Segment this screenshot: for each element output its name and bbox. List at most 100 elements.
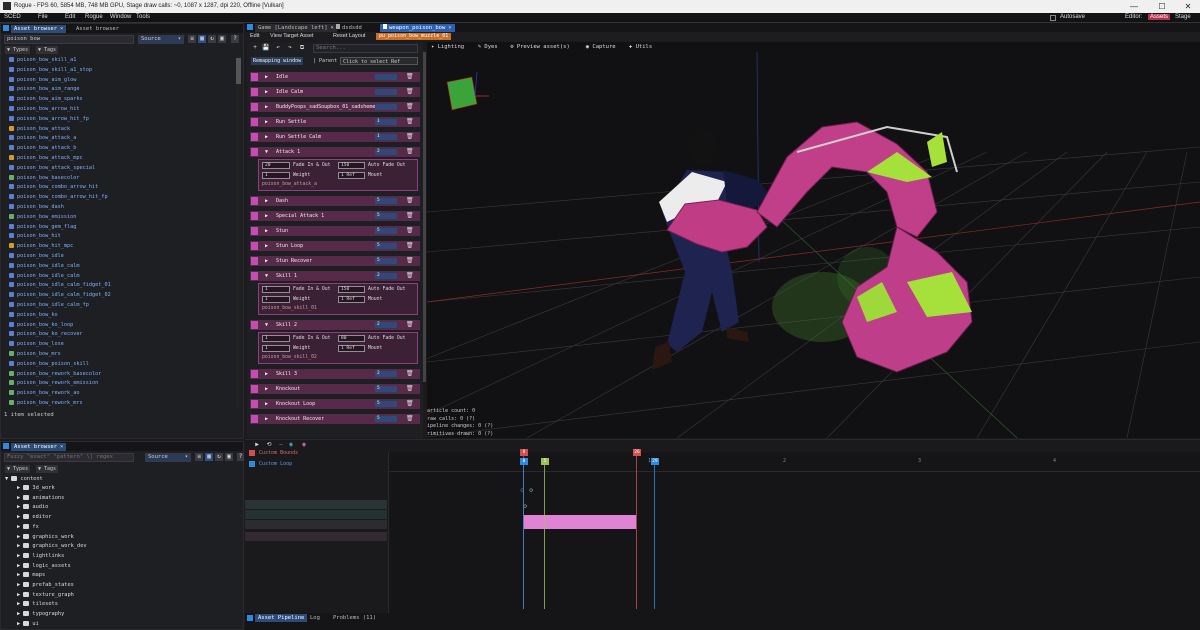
asset-item[interactable]: poison_bow_mrs (9, 350, 61, 358)
close-icon[interactable]: × (448, 24, 451, 32)
expand-arrow-icon[interactable]: ▶ (265, 117, 268, 127)
editor-assets-toggle[interactable]: Assets (1148, 14, 1171, 20)
menu-window[interactable]: Window (110, 14, 131, 20)
state-row[interactable]: ▶ Knockout Loop 5 🗑 (250, 399, 420, 409)
close-icon[interactable]: × (60, 25, 63, 33)
track-row[interactable] (245, 500, 387, 509)
timeline-marker[interactable]: 0 (520, 458, 528, 465)
tab-log[interactable]: Log (307, 614, 323, 622)
asset-item[interactable]: poison_bow_emission (9, 213, 76, 221)
menu-reset-layout[interactable]: Reset Layout (333, 33, 365, 39)
toolbar-capture[interactable]: ◉ Capture (586, 44, 616, 50)
asset-item[interactable]: poison_bow_idle_calm (9, 262, 79, 270)
asset-item[interactable]: poison_bow_skill_a1_stop (9, 66, 92, 74)
play-icon[interactable]: ▶ (253, 441, 261, 449)
expand-arrow-icon[interactable]: ▶ (265, 102, 268, 112)
snap-icon[interactable]: ◉ (287, 441, 295, 449)
state-color-swatch[interactable] (251, 118, 258, 126)
loop-icon[interactable]: ⟲ (265, 441, 273, 449)
viewport[interactable]: ✦ Lighting ✎ Dyes ⚙ Preview asset(s) ◉ Capt… (427, 42, 1200, 438)
delete-icon[interactable]: 🗑 (406, 400, 414, 407)
asset-item[interactable]: poison_bow_idle_calm_fidget_01 (9, 281, 111, 289)
asset-item[interactable]: poison_bow_ko (9, 311, 58, 319)
folder-item[interactable]: ▶ lightlinks (17, 552, 64, 561)
state-color-swatch[interactable] (251, 272, 258, 280)
folder-item[interactable]: ▶ tilesets (17, 600, 58, 609)
delete-icon[interactable]: 🗑 (406, 88, 414, 95)
source-dropdown[interactable]: Source ▾ (138, 35, 184, 44)
tab-dsdsdd[interactable]: dsdsdd (333, 24, 365, 32)
state-count[interactable]: 5 (375, 416, 397, 422)
timeline-marker[interactable]: 0 (520, 449, 528, 456)
state-count[interactable]: 5 (375, 401, 397, 407)
custom-loop-swatch[interactable] (249, 461, 255, 467)
delete-icon[interactable]: 🗑 (406, 103, 414, 110)
refresh-icon[interactable]: ↻ (208, 35, 216, 43)
state-count[interactable]: 5 (375, 243, 397, 249)
folder-search-input[interactable]: Fuzzy "exact" "pattern" \| regex (4, 453, 134, 462)
state-count[interactable]: 1 (375, 119, 397, 125)
state-editor-scrollbar[interactable] (423, 52, 426, 382)
weight-input[interactable]: 1 (262, 345, 290, 352)
folder-item[interactable]: ▶ typography (17, 610, 64, 619)
state-count[interactable]: 5 (375, 386, 397, 392)
expand-arrow-icon[interactable]: ▶ (265, 384, 268, 394)
animation-clip[interactable] (523, 515, 636, 529)
filter-types-button[interactable]: ▼ Types (5, 465, 31, 473)
tile-view-icon[interactable]: ▣ (218, 35, 226, 43)
folder-item[interactable]: ▶ animations (17, 494, 64, 503)
delete-icon[interactable]: 🗑 (406, 272, 414, 279)
state-color-swatch[interactable] (251, 197, 258, 205)
maximize-button[interactable]: ☐ (1152, 1, 1172, 12)
state-color-swatch[interactable] (251, 385, 258, 393)
autosave-checkbox[interactable] (1050, 15, 1056, 21)
state-row[interactable]: ▶ Run Settle 1 🗑 (250, 117, 420, 127)
state-color-swatch[interactable] (251, 212, 258, 220)
asset-item[interactable]: poison_bow_idle_calm (9, 272, 79, 280)
state-row[interactable]: ▼ Skill 2 2 🗑 (250, 320, 420, 330)
keyframe-icon[interactable]: ◇ (529, 486, 533, 494)
asset-item[interactable]: poison_bow_ko_recover (9, 330, 83, 338)
delete-icon[interactable]: 🗑 (406, 197, 414, 204)
delete-icon[interactable]: 🗑 (406, 133, 414, 140)
save-icon[interactable]: 💾 (262, 44, 270, 52)
state-row[interactable]: ▶ Stun 5 🗑 (250, 226, 420, 236)
filter-tags-button[interactable]: ▼ Tags (36, 46, 59, 54)
collapse-arrow-icon[interactable]: ▼ (265, 147, 268, 157)
tree-root-content[interactable]: ▼ content (5, 475, 43, 484)
asset-item[interactable]: poison_bow_combo_arrow_hit (9, 183, 98, 191)
state-row[interactable]: ▶ Stun Recover 5 🗑 (250, 256, 420, 266)
state-row[interactable]: ▼ Skill 1 2 🗑 (250, 271, 420, 281)
close-icon[interactable]: × (60, 443, 63, 451)
timeline-marker[interactable]: 5 (541, 458, 549, 465)
asset-item[interactable]: poison_bow_aim_sparks (9, 95, 83, 103)
animation-asset-ref[interactable]: poison_bow_attack_a (262, 181, 317, 188)
toolbar-preview-asset-s[interactable]: ⚙ Preview asset(s) (510, 44, 570, 50)
state-count[interactable]: 2 (375, 322, 397, 328)
collapse-arrow-icon[interactable]: ▼ (265, 320, 268, 330)
folder-item[interactable]: ▶ graphics_work (17, 533, 74, 542)
timeline-marker[interactable]: 26 (633, 449, 641, 456)
state-color-swatch[interactable] (251, 415, 258, 423)
asset-item[interactable]: poison_bow_combo_arrow_hit_fp (9, 193, 108, 201)
state-color-swatch[interactable] (251, 148, 258, 156)
animation-asset-ref[interactable]: poison_bow_skill_02 (262, 354, 317, 361)
asset-item[interactable]: poison_bow_aim_range (9, 85, 79, 93)
state-row[interactable]: ▼ Attack 1 2 🗑 (250, 147, 420, 157)
delete-icon[interactable]: 🗑 (406, 257, 414, 264)
fade-input[interactable]: 1 (262, 335, 290, 342)
menu-tools[interactable]: Tools (136, 14, 150, 20)
help-icon[interactable]: ? (231, 35, 239, 43)
state-color-swatch[interactable] (251, 73, 258, 81)
track-row[interactable] (245, 520, 387, 529)
state-row[interactable]: ▶ Special Attack 1 5 🗑 (250, 211, 420, 221)
asset-item[interactable]: poison_bow_attack_a (9, 134, 76, 142)
expand-arrow-icon[interactable]: ▶ (265, 399, 268, 409)
state-count[interactable]: 5 (375, 213, 397, 219)
toolbar-dyes[interactable]: ✎ Dyes (478, 44, 498, 50)
state-color-swatch[interactable] (251, 321, 258, 329)
state-color-swatch[interactable] (251, 370, 258, 378)
asset-item[interactable]: poison_bow_attack_b (9, 144, 76, 152)
menu-sced[interactable]: SCED (4, 14, 21, 20)
state-color-swatch[interactable] (251, 242, 258, 250)
